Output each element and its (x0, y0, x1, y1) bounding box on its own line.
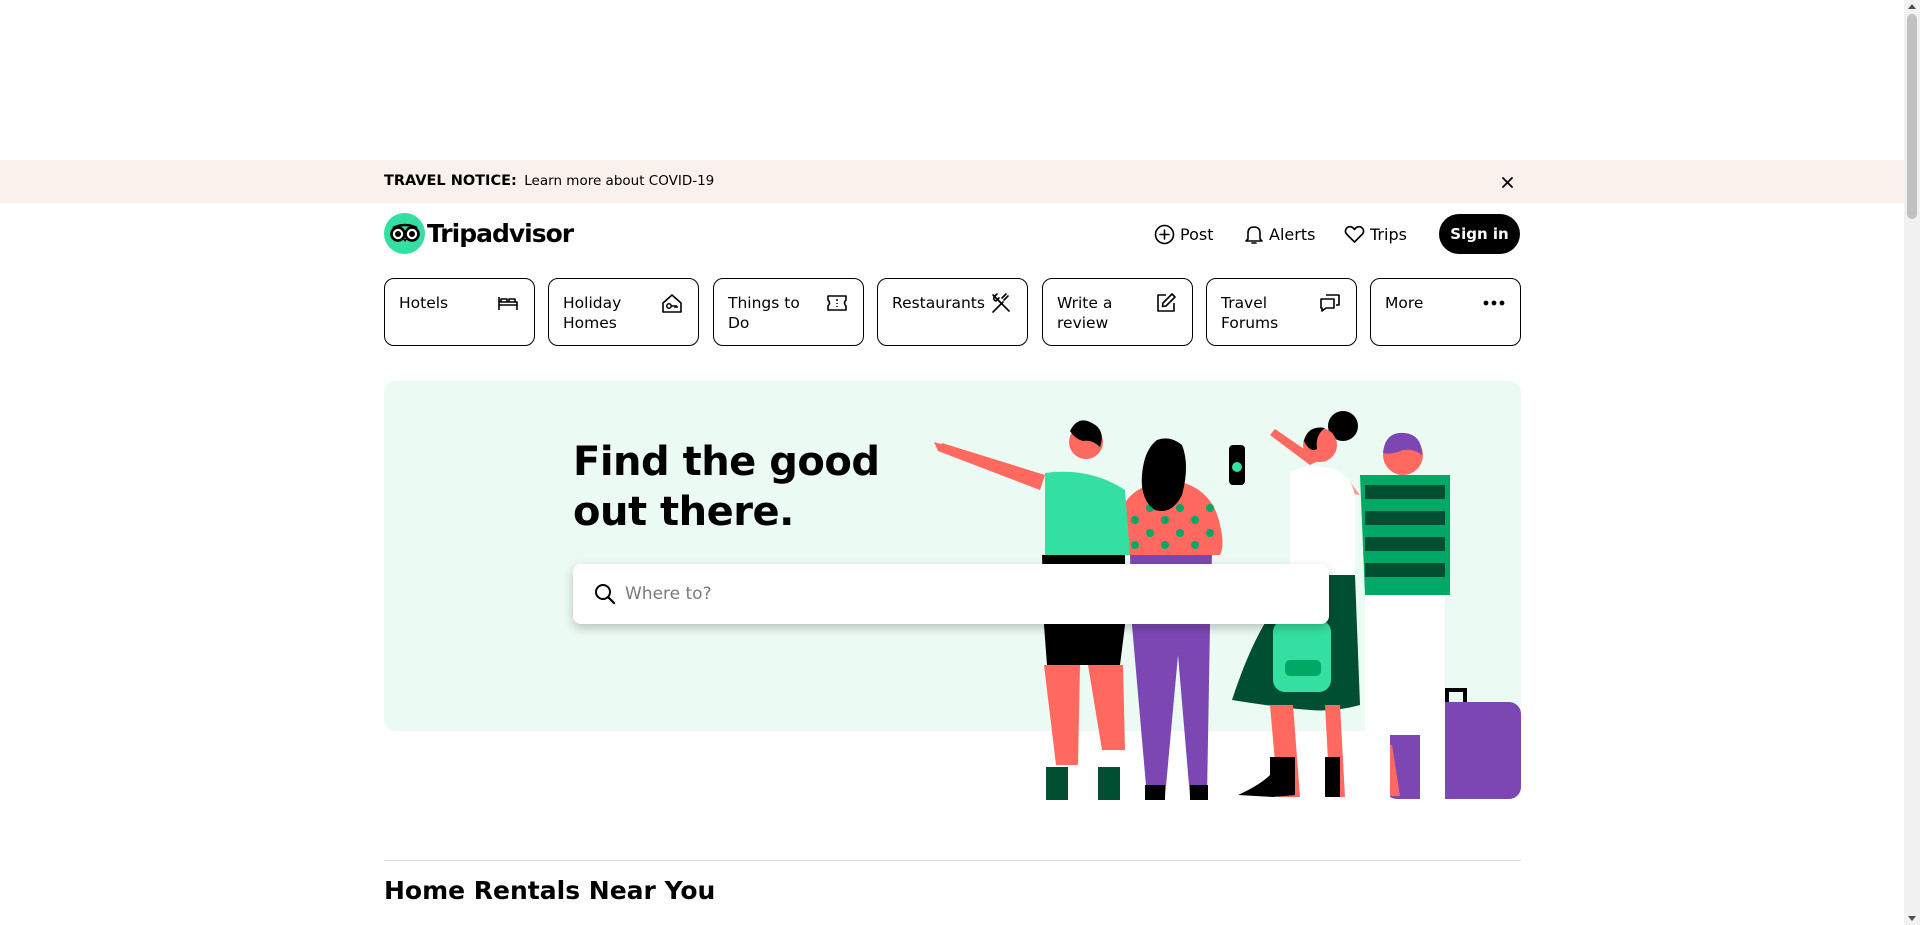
nav-more[interactable]: More (1370, 278, 1521, 346)
alerts-button[interactable]: Alerts (1244, 217, 1315, 251)
house-key-icon (660, 291, 684, 315)
nav-label: Hotels (399, 294, 449, 312)
nav-label: Things to Do (728, 294, 800, 332)
post-button[interactable]: Post (1154, 217, 1213, 251)
nav-label: More (1385, 294, 1424, 312)
site-header: Tripadvisor Post Alerts Trips Sign in (384, 211, 1521, 256)
trips-button[interactable]: Trips (1344, 217, 1407, 251)
nav-things-to-do[interactable]: Things to Do (713, 278, 864, 346)
search-icon (595, 584, 616, 605)
home-rentals-heading: Home Rentals Near You (384, 876, 716, 905)
more-dots-icon (1482, 291, 1506, 315)
travel-notice-title: TRAVEL NOTICE: (384, 173, 517, 189)
owl-logo-icon (384, 212, 425, 254)
nav-label: Write a review (1057, 294, 1113, 332)
edit-icon (1154, 291, 1178, 315)
hero-title: Find the good out there. (573, 439, 880, 535)
nav-label: Holiday Homes (563, 294, 622, 332)
alerts-label: Alerts (1269, 224, 1316, 244)
heart-icon (1344, 225, 1365, 243)
nav-holiday-homes[interactable]: Holiday Homes (548, 278, 699, 346)
search-bar[interactable] (573, 564, 1329, 624)
fork-knife-icon (989, 291, 1013, 315)
nav-label: Travel Forums (1221, 294, 1279, 332)
category-nav: Hotels Holiday Homes Things to Do Restau… (384, 278, 1521, 346)
post-label: Post (1180, 224, 1214, 244)
sign-in-button[interactable]: Sign in (1439, 214, 1520, 254)
plus-circle-icon (1154, 224, 1175, 244)
logo-wordmark: Tripadvisor (427, 218, 574, 248)
travel-notice-banner: TRAVEL NOTICE: Learn more about COVID-19 (0, 160, 1904, 203)
scroll-down-arrow-icon[interactable] (1908, 916, 1916, 921)
ad-space (0, 0, 1904, 160)
nav-label: Restaurants (892, 294, 985, 312)
search-input[interactable] (625, 564, 1305, 624)
scrollbar-thumb[interactable] (1907, 14, 1917, 219)
page-scrollbar[interactable] (1904, 0, 1920, 925)
tripadvisor-logo[interactable]: Tripadvisor (384, 212, 574, 254)
covid-info-link[interactable]: Learn more about COVID-19 (524, 173, 714, 189)
bell-icon (1245, 225, 1263, 244)
scroll-up-arrow-icon[interactable] (1908, 4, 1916, 9)
nav-restaurants[interactable]: Restaurants (877, 278, 1028, 346)
trips-label: Trips (1370, 224, 1407, 244)
travel-notice-text: TRAVEL NOTICE: Learn more about COVID-19 (384, 160, 714, 203)
bed-icon (496, 291, 520, 315)
close-icon (1501, 176, 1513, 188)
chat-bubbles-icon (1318, 291, 1342, 315)
page: TRAVEL NOTICE: Learn more about COVID-19 (0, 0, 1920, 925)
close-notice-button[interactable] (1497, 172, 1517, 192)
nav-write-review[interactable]: Write a review (1042, 278, 1193, 346)
nav-travel-forums[interactable]: Travel Forums (1206, 278, 1357, 346)
nav-hotels[interactable]: Hotels (384, 278, 535, 346)
ticket-icon (825, 291, 849, 315)
section-divider (384, 860, 1521, 861)
